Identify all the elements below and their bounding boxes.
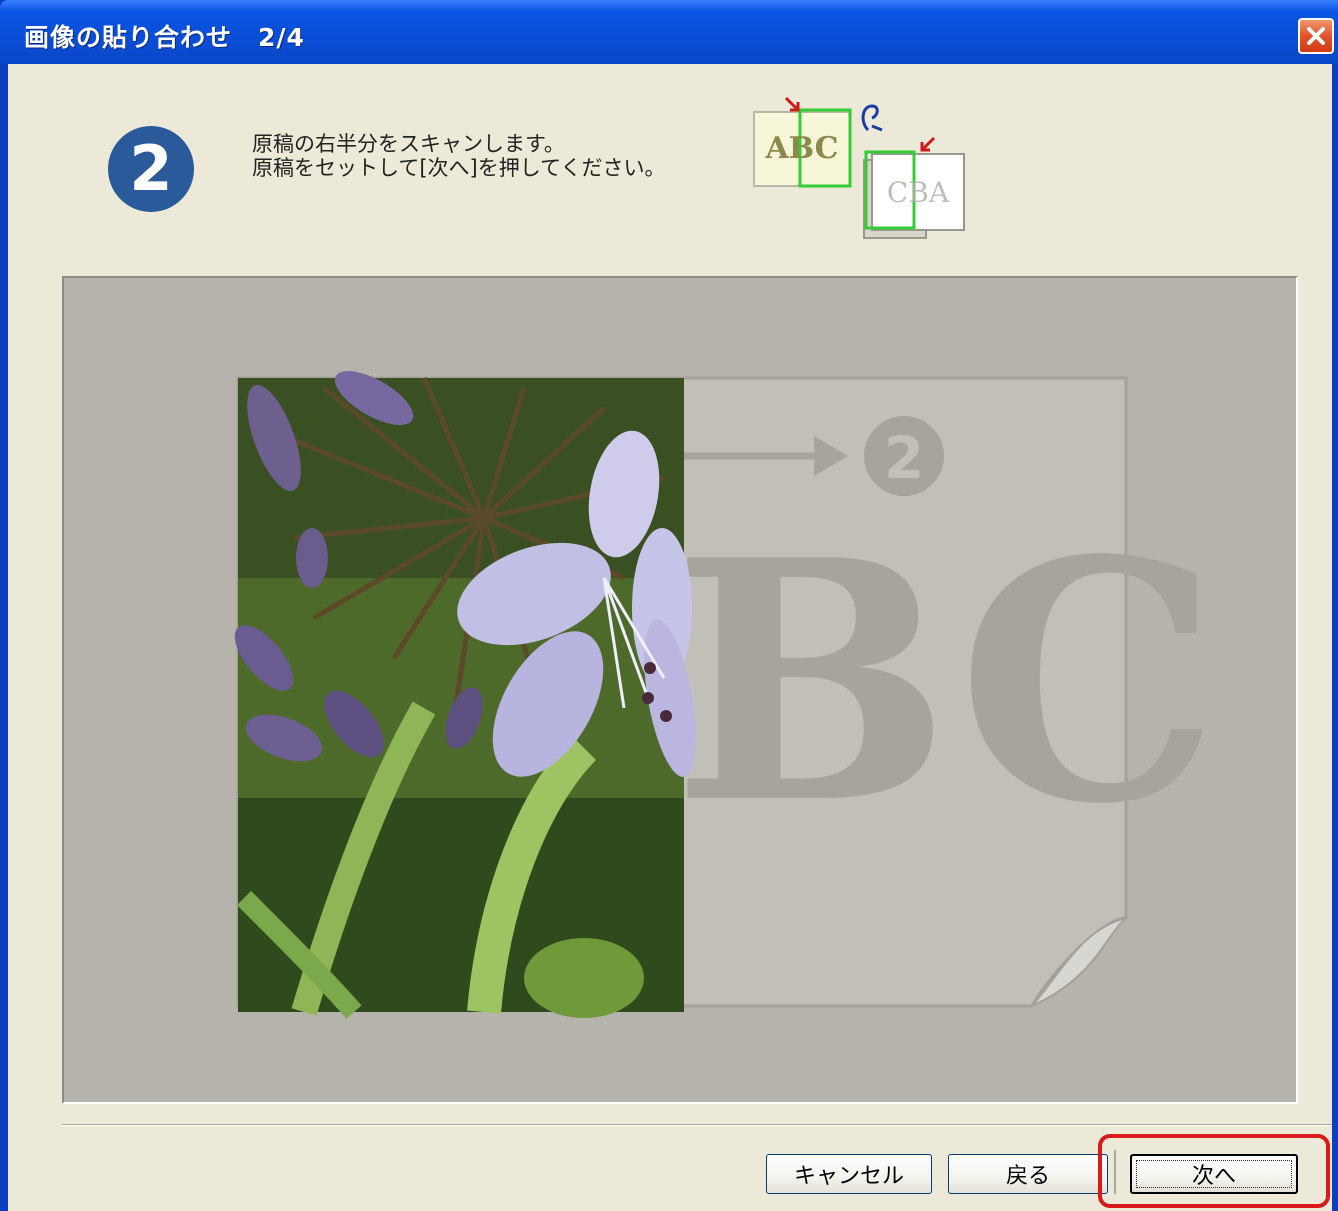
close-button[interactable] — [1298, 18, 1334, 54]
next-button-highlight — [1098, 1134, 1330, 1208]
paste-images-dialog: 画像の貼り合わせ 2/4 2 原稿の右半分をスキャンします。 原稿をセットして[… — [0, 0, 1338, 1211]
preview-canvas: BC 2 — [234, 371, 1220, 1019]
instruction-line-1: 原稿の右半分をスキャンします。 — [252, 132, 565, 156]
close-icon — [1307, 27, 1325, 45]
window-title: 画像の貼り合わせ 2/4 — [24, 23, 305, 52]
step-number-badge: 2 — [108, 126, 194, 212]
instruction-line-2: 原稿をセットして[次へ]を押してください。 — [252, 156, 666, 180]
page-2-text: CBA — [887, 176, 950, 209]
arrow-red-1 — [784, 96, 800, 112]
scan-preview-area: BC 2 — [62, 276, 1298, 1104]
scan-orientation-icon: ABC CBA — [753, 96, 965, 239]
rotate-arrow-icon — [861, 104, 883, 132]
cancel-button[interactable]: キャンセル — [766, 1154, 932, 1194]
title-bar: 画像の貼り合わせ 2/4 — [0, 0, 1338, 64]
page-1-text: ABC — [764, 131, 838, 166]
footer-divider — [62, 1124, 1332, 1126]
guide-step-number: 2 — [884, 424, 924, 492]
cancel-button-label: キャンセル — [793, 1164, 904, 1189]
guide-letters: BC — [672, 488, 1220, 876]
back-button-label: 戻る — [1005, 1164, 1050, 1189]
back-button[interactable]: 戻る — [948, 1154, 1108, 1194]
scanned-flower-image — [234, 371, 696, 1019]
arrow-red-2 — [920, 136, 936, 152]
instruction-text: 原稿の右半分をスキャンします。 原稿をセットして[次へ]を押してください。 — [252, 132, 666, 180]
